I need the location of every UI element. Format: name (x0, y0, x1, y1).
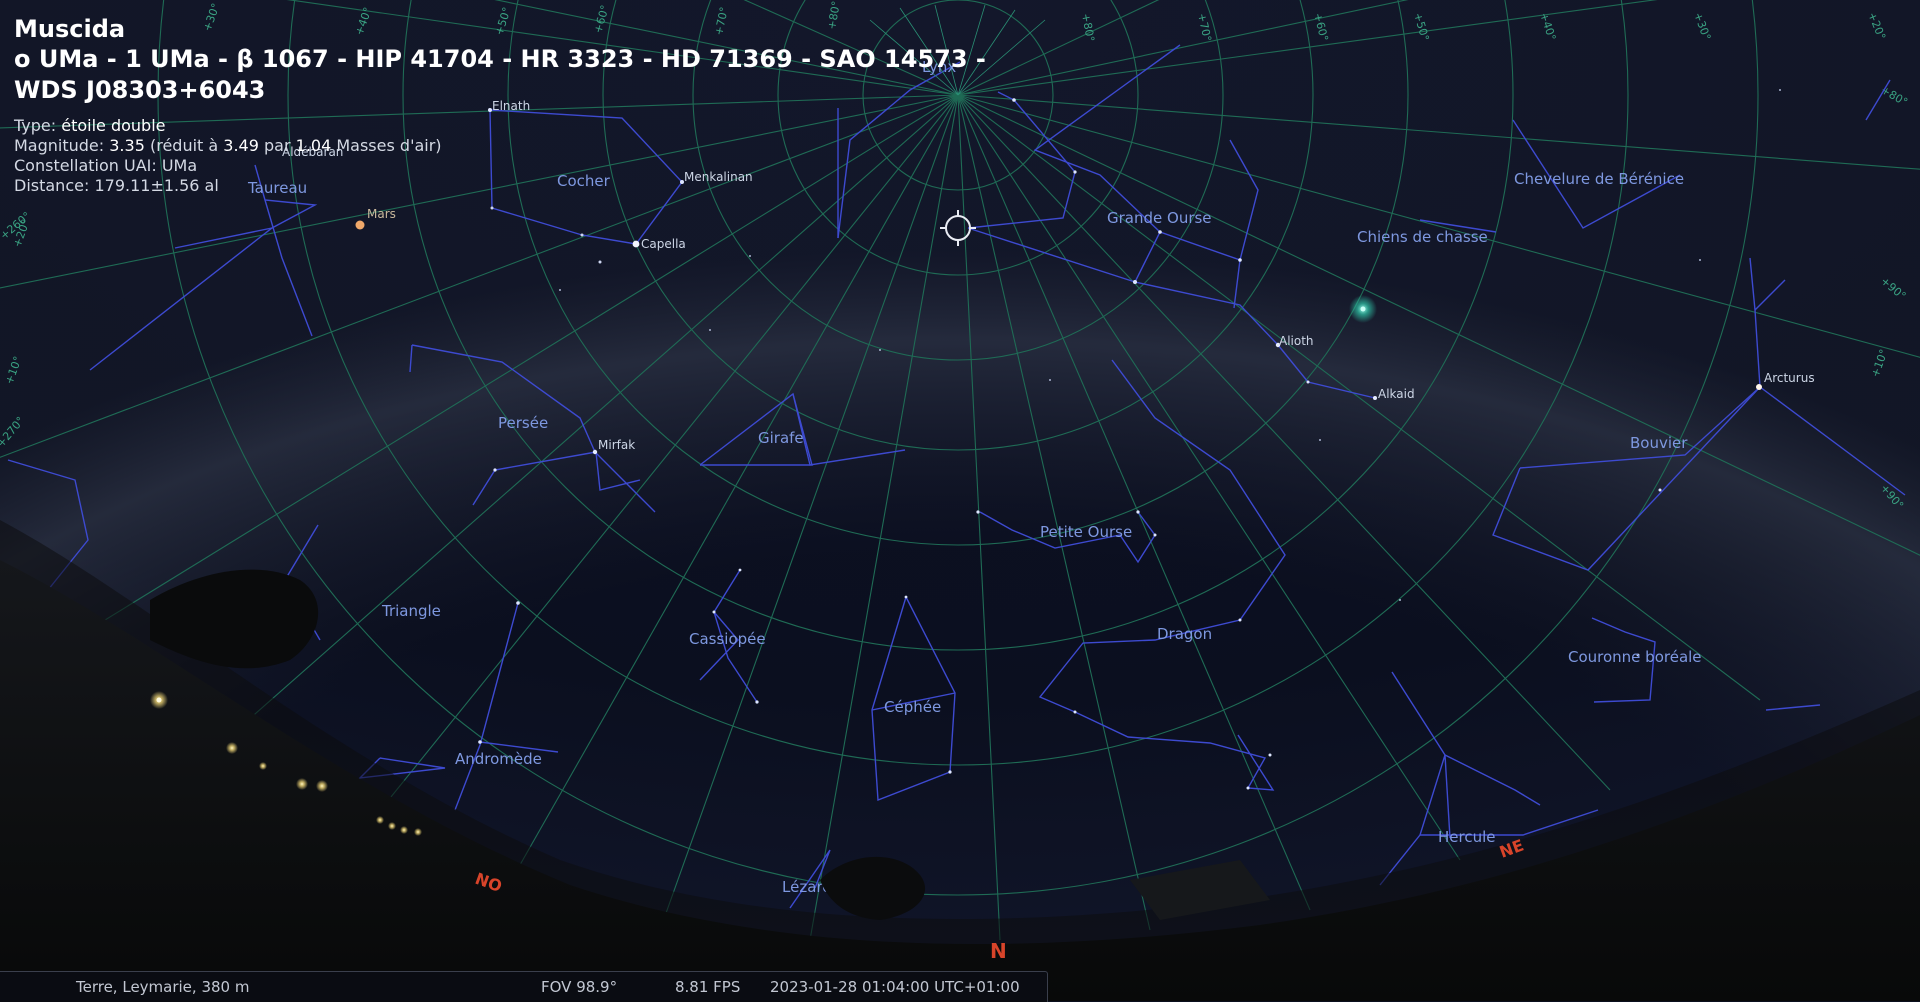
object-name: Muscida (14, 15, 126, 43)
constellation-label-cephee[interactable]: Céphée (884, 698, 941, 716)
airmass-value: 1.04 (295, 136, 332, 155)
star-label-mirfak[interactable]: Mirfak (598, 438, 635, 452)
type-value: étoile double (61, 116, 166, 135)
star-label-arcturus[interactable]: Arcturus (1764, 371, 1815, 385)
star-label-alkaid[interactable]: Alkaid (1378, 387, 1415, 401)
magnitude-text-b: par (264, 136, 291, 155)
constellation-label-petite-ourse[interactable]: Petite Ourse (1040, 523, 1132, 541)
constellation-label-grande-ourse[interactable]: Grande Ourse (1107, 209, 1212, 227)
constellation-value: UMa (161, 156, 198, 175)
type-label: Type: (14, 116, 57, 135)
star-label-capella[interactable]: Capella (641, 237, 686, 251)
object-identifiers-line2: WDS J08303+6043 (14, 76, 266, 104)
distance-value: 179.11±1.56 al (94, 176, 219, 195)
object-constellation-row: Constellation UAI: UMa (14, 156, 1094, 176)
magnitude-value: 3.35 (109, 136, 145, 155)
constellation-label-couronne[interactable]: Couronne boréale (1568, 648, 1702, 666)
constellation-label: Constellation UAI: (14, 156, 157, 175)
constellation-label-dragon[interactable]: Dragon (1157, 625, 1212, 643)
constellation-label-andromede[interactable]: Andromède (455, 750, 542, 768)
object-magnitude-row: Magnitude: 3.35 (réduit à 3.49 par 1.04 … (14, 136, 1094, 156)
magnitude-label: Magnitude: (14, 136, 105, 155)
distance-label: Distance: (14, 176, 90, 195)
datetime-text[interactable]: 2023-01-28 01:04:00 UTC+01:00 (770, 978, 1020, 996)
object-identifiers-line1: o UMa - 1 UMa - β 1067 - HIP 41704 - HR … (14, 45, 986, 73)
constellation-label-girafe[interactable]: Girafe (758, 429, 804, 447)
fps-text: 8.81 FPS (675, 978, 741, 996)
mars-marker[interactable] (355, 220, 365, 230)
constellation-label-cassiopee[interactable]: Cassiopée (689, 630, 766, 648)
fov-text[interactable]: FOV 98.9° (541, 978, 617, 996)
planet-label-mars[interactable]: Mars (367, 207, 396, 221)
magnitude-text-a: (réduit à (149, 136, 219, 155)
constellation-label-chevelure[interactable]: Chevelure de Bérénice (1514, 170, 1684, 188)
cardinal-north[interactable]: N (990, 939, 1007, 963)
status-bar[interactable]: Terre, Leymarie, 380 m FOV 98.9° 8.81 FP… (0, 971, 1048, 1002)
constellation-label-bouvier[interactable]: Bouvier (1630, 434, 1688, 452)
location-text[interactable]: Terre, Leymarie, 380 m (76, 978, 249, 996)
magnitude-reduced: 3.49 (223, 136, 259, 155)
constellation-label-chiens-chasse[interactable]: Chiens de chasse (1357, 228, 1488, 246)
magnitude-text-c: Masses d'air) (336, 136, 442, 155)
object-type-row: Type: étoile double (14, 116, 1094, 136)
object-distance-row: Distance: 179.11±1.56 al (14, 176, 1094, 196)
object-info-panel: Muscida o UMa - 1 UMa - β 1067 - HIP 417… (14, 14, 1094, 196)
object-identifiers: o UMa - 1 UMa - β 1067 - HIP 41704 - HR … (14, 44, 1094, 106)
constellation-label-triangle[interactable]: Triangle (381, 602, 441, 620)
constellation-label-persee[interactable]: Persée (498, 414, 548, 432)
star-label-alioth[interactable]: Alioth (1279, 334, 1314, 348)
constellation-label-hercule[interactable]: Hercule (1438, 828, 1496, 846)
